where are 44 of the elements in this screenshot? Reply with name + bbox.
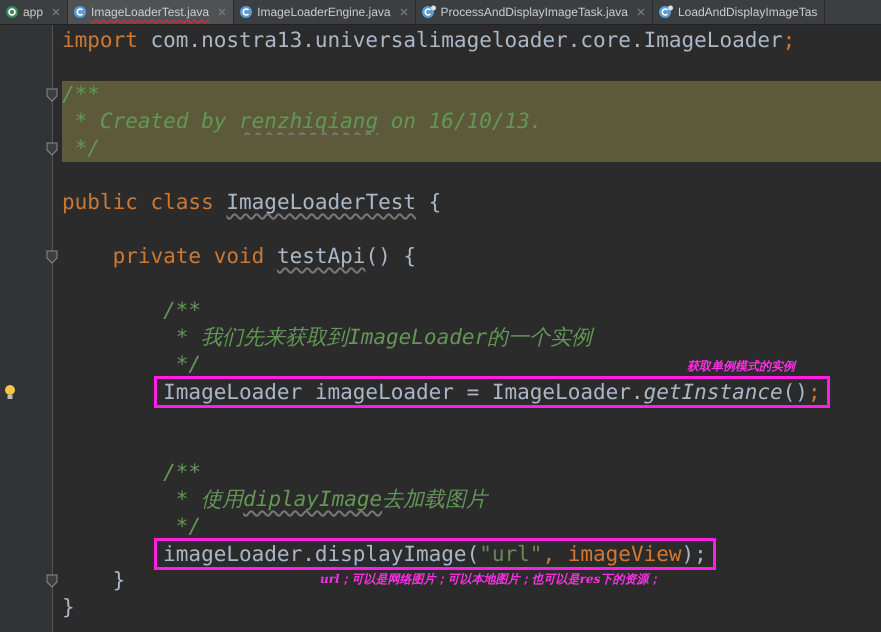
- code-text: /**: [62, 82, 100, 106]
- code-text: ImageLoaderTest: [226, 190, 416, 214]
- code-text: */: [174, 514, 202, 538]
- code-text: testApi: [276, 244, 366, 268]
- annotation-note: 获取单例模式的实例: [687, 358, 795, 374]
- code-text: {: [428, 190, 442, 214]
- annotation-note: url；可以是网络图片；可以本地图片；也可以是res下的资源；: [320, 571, 660, 587]
- fold-marker-icon[interactable]: [46, 88, 58, 102]
- code-text: public class: [62, 190, 215, 214]
- code-text: /**: [163, 298, 202, 322]
- close-icon[interactable]: [400, 8, 408, 16]
- code-text: 去加载图片: [382, 487, 488, 511]
- fold-marker-icon[interactable]: [46, 142, 58, 156]
- code-text: ;: [782, 28, 796, 52]
- code-text: }: [112, 568, 126, 592]
- close-icon[interactable]: [636, 8, 645, 16]
- code-text: * 我们先来获取到ImageLoader的一个实例: [174, 325, 592, 349]
- fold-marker-icon[interactable]: [46, 250, 58, 264]
- fold-marker-icon[interactable]: [46, 574, 58, 588]
- code-text: private void: [112, 244, 266, 268]
- code-text: import: [62, 28, 138, 52]
- class-icon: [239, 5, 254, 19]
- code-text: */: [174, 352, 202, 376]
- code-text: /**: [163, 460, 202, 484]
- code-text: */: [74, 136, 100, 160]
- close-icon[interactable]: [52, 8, 60, 16]
- code-text: renzhiqiang: [239, 109, 378, 133]
- class-runnable-icon: [420, 5, 437, 19]
- code-text: com.nostra13.universalimageloader.core.: [150, 28, 644, 52]
- editor-tab[interactable]: ImageLoaderEngine.java: [234, 0, 416, 24]
- editor-tab[interactable]: ImageLoaderTest.java: [68, 0, 234, 24]
- code-text: * 使用: [174, 487, 244, 511]
- code-text: on 16/10/13.: [390, 109, 542, 133]
- code-text: () {: [365, 244, 416, 268]
- class-icon: [73, 5, 88, 19]
- module-icon: [5, 5, 19, 19]
- editor-tab[interactable]: ProcessAndDisplayImageTask.java: [416, 0, 653, 24]
- code-text: diplayImage: [243, 487, 382, 511]
- lightbulb-icon[interactable]: [4, 384, 16, 400]
- code-text: * Created by: [74, 109, 228, 133]
- class-runnable-icon: [658, 5, 674, 19]
- code-text: }: [62, 595, 75, 619]
- code-text: ImageLoader: [644, 28, 783, 52]
- editor-tab[interactable]: LoadAndDisplayImageTas: [652, 0, 826, 24]
